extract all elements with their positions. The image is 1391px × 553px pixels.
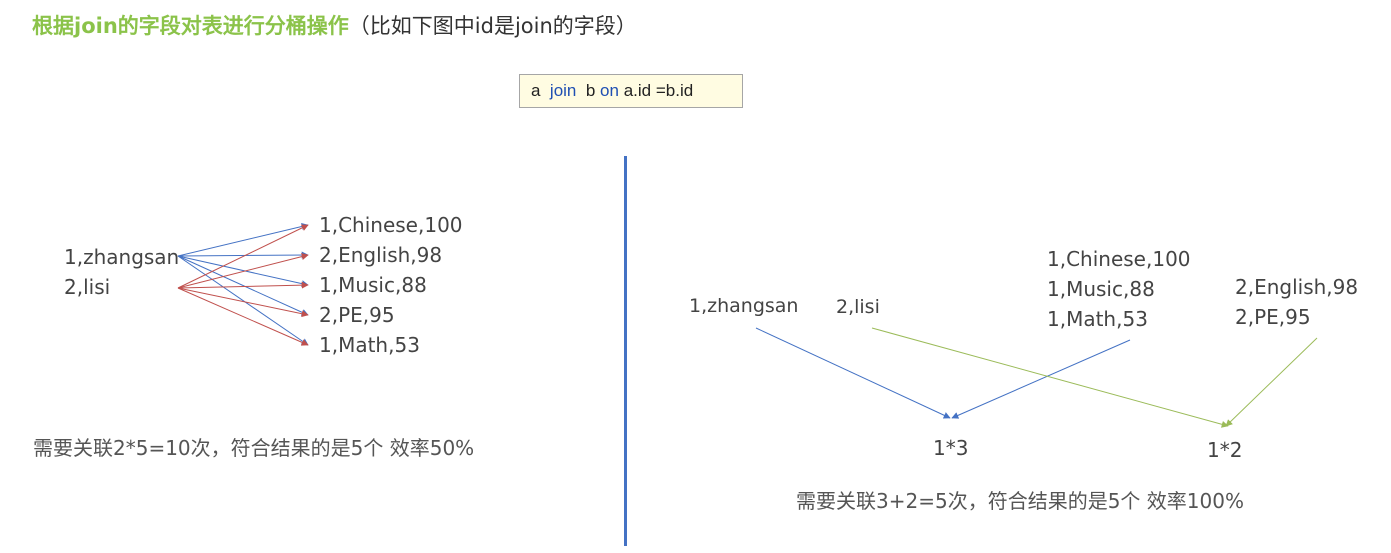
left-source-lisi: 2,lisi	[64, 275, 111, 299]
arrow-diagram	[177, 223, 1318, 428]
arrow-lisi-math	[177, 287, 309, 346]
arrow-lisi-bucket2	[871, 327, 1229, 428]
arrow-group1-bucket1	[951, 339, 1131, 419]
right-source-lisi: 2,lisi	[836, 296, 880, 318]
right-result-bucket1: 1*3	[933, 436, 969, 460]
left-target-music: 1,Music,88	[319, 273, 427, 297]
arrow-lisi-pe	[177, 287, 309, 318]
left-summary: 需要关联2*5=10次，符合结果的是5个 效率50%	[33, 436, 475, 460]
right-group2-pe: 2,PE,95	[1235, 305, 1311, 329]
right-group1-math: 1,Math,53	[1047, 307, 1148, 331]
right-arrows	[755, 327, 1318, 428]
left-target-english: 2,English,98	[319, 243, 443, 267]
arrow-zhangsan-english	[177, 251, 309, 259]
left-target-chinese: 1,Chinese,100	[319, 213, 463, 237]
left-target-pe: 2,PE,95	[319, 303, 395, 327]
right-summary: 需要关联3+2=5次，符合结果的是5个 效率100%	[796, 489, 1244, 513]
arrow-zhangsan-chinese	[177, 223, 309, 257]
right-result-bucket2: 1*2	[1207, 438, 1243, 462]
right-group2-english: 2,English,98	[1235, 275, 1359, 299]
arrow-group2-bucket2	[1225, 337, 1318, 427]
right-group1-chinese: 1,Chinese,100	[1047, 247, 1191, 271]
right-source-zhangsan: 1,zhangsan	[689, 295, 799, 317]
left-source-zhangsan: 1,zhangsan	[64, 245, 180, 269]
arrow-lisi-chinese	[177, 224, 309, 289]
left-target-math: 1,Math,53	[319, 333, 420, 357]
arrow-zhangsan-math	[177, 255, 309, 346]
right-group1-music: 1,Music,88	[1047, 277, 1155, 301]
